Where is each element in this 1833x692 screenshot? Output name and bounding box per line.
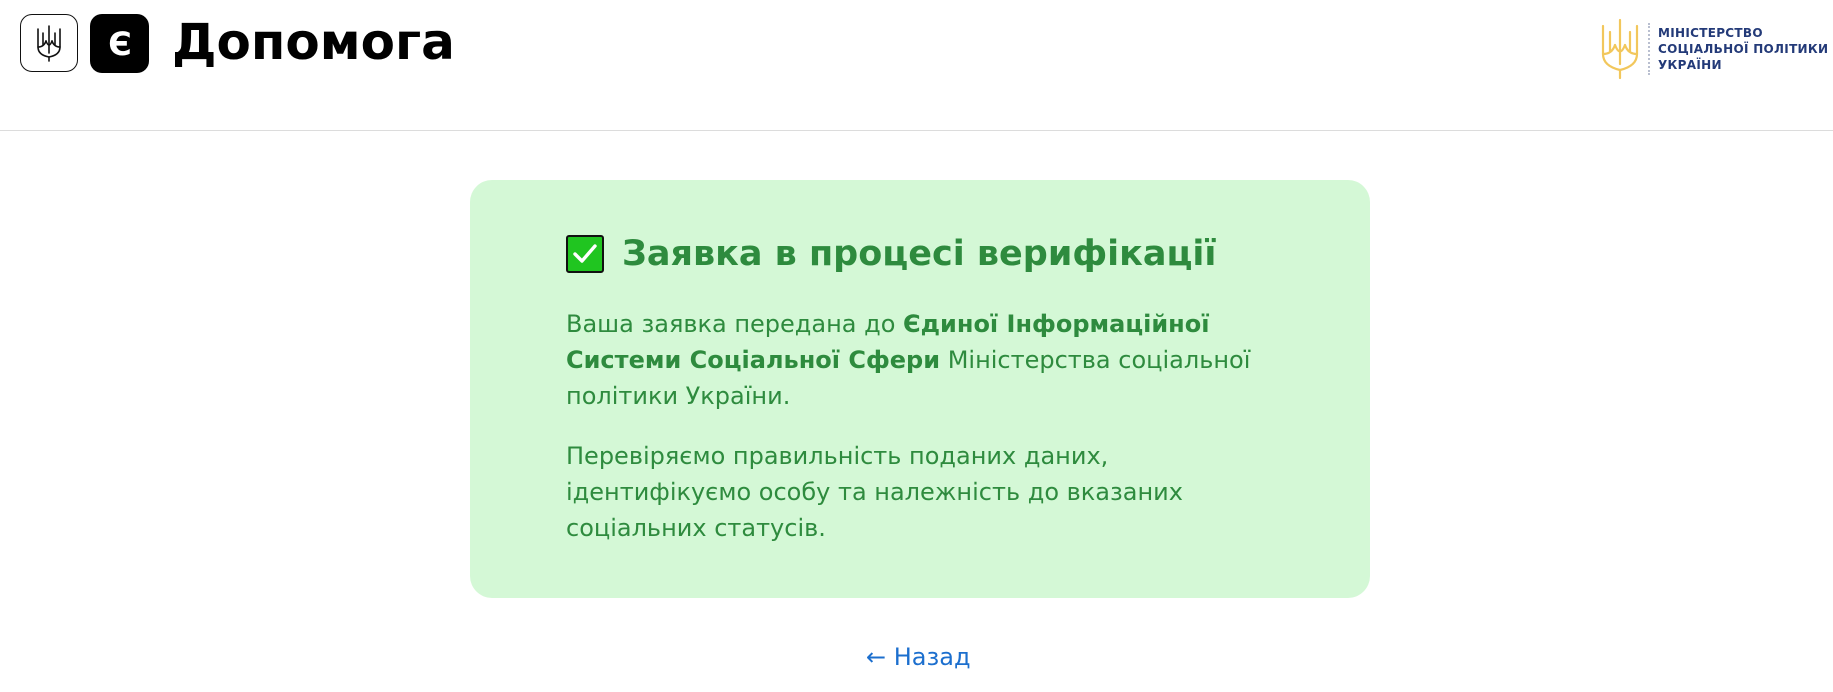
ministry-divider	[1648, 23, 1650, 75]
checkmark-icon	[566, 235, 604, 273]
ministry-logo[interactable]: МІНІСТЕРСТВО СОЦІАЛЬНОЇ ПОЛІТИКИ УКРАЇНИ	[1598, 18, 1828, 80]
e-letter-icon: Є	[108, 25, 131, 63]
paragraph-1-intro: Ваша заявка передана до	[566, 310, 904, 338]
back-link[interactable]: ← Назад	[866, 640, 971, 674]
status-description: Ваша заявка передана до Єдиної Інформаці…	[566, 306, 1286, 546]
status-paragraph-2: Перевіряємо правильність поданих даних, …	[566, 442, 1183, 542]
ministry-trident-icon	[1601, 18, 1639, 80]
ministry-name: МІНІСТЕРСТВО СОЦІАЛЬНОЇ ПОЛІТИКИ УКРАЇНИ	[1658, 25, 1828, 73]
brand-title: Допомога	[172, 13, 455, 71]
status-heading: Заявка в процесі верифікації	[566, 230, 1216, 278]
trident-icon	[37, 25, 61, 62]
status-paragraph-1: Ваша заявка передана до Єдиної Інформаці…	[566, 306, 1286, 414]
ministry-name-line2: СОЦІАЛЬНОЇ ПОЛІТИКИ	[1658, 42, 1829, 56]
status-card: Заявка в процесі верифікації Ваша заявка…	[470, 180, 1370, 598]
status-title: Заявка в процесі верифікації	[622, 234, 1217, 274]
ministry-name-line1: МІНІСТЕРСТВО	[1658, 26, 1763, 40]
site-header: Є Допомога МІНІСТЕРСТВО СОЦІАЛЬНОЇ ПОЛІТ…	[0, 0, 1833, 131]
brand-logo[interactable]: Є	[90, 14, 149, 73]
gov-logo[interactable]	[20, 14, 78, 72]
ministry-name-line3: УКРАЇНИ	[1658, 58, 1722, 72]
svg-text:Є: Є	[108, 25, 131, 63]
